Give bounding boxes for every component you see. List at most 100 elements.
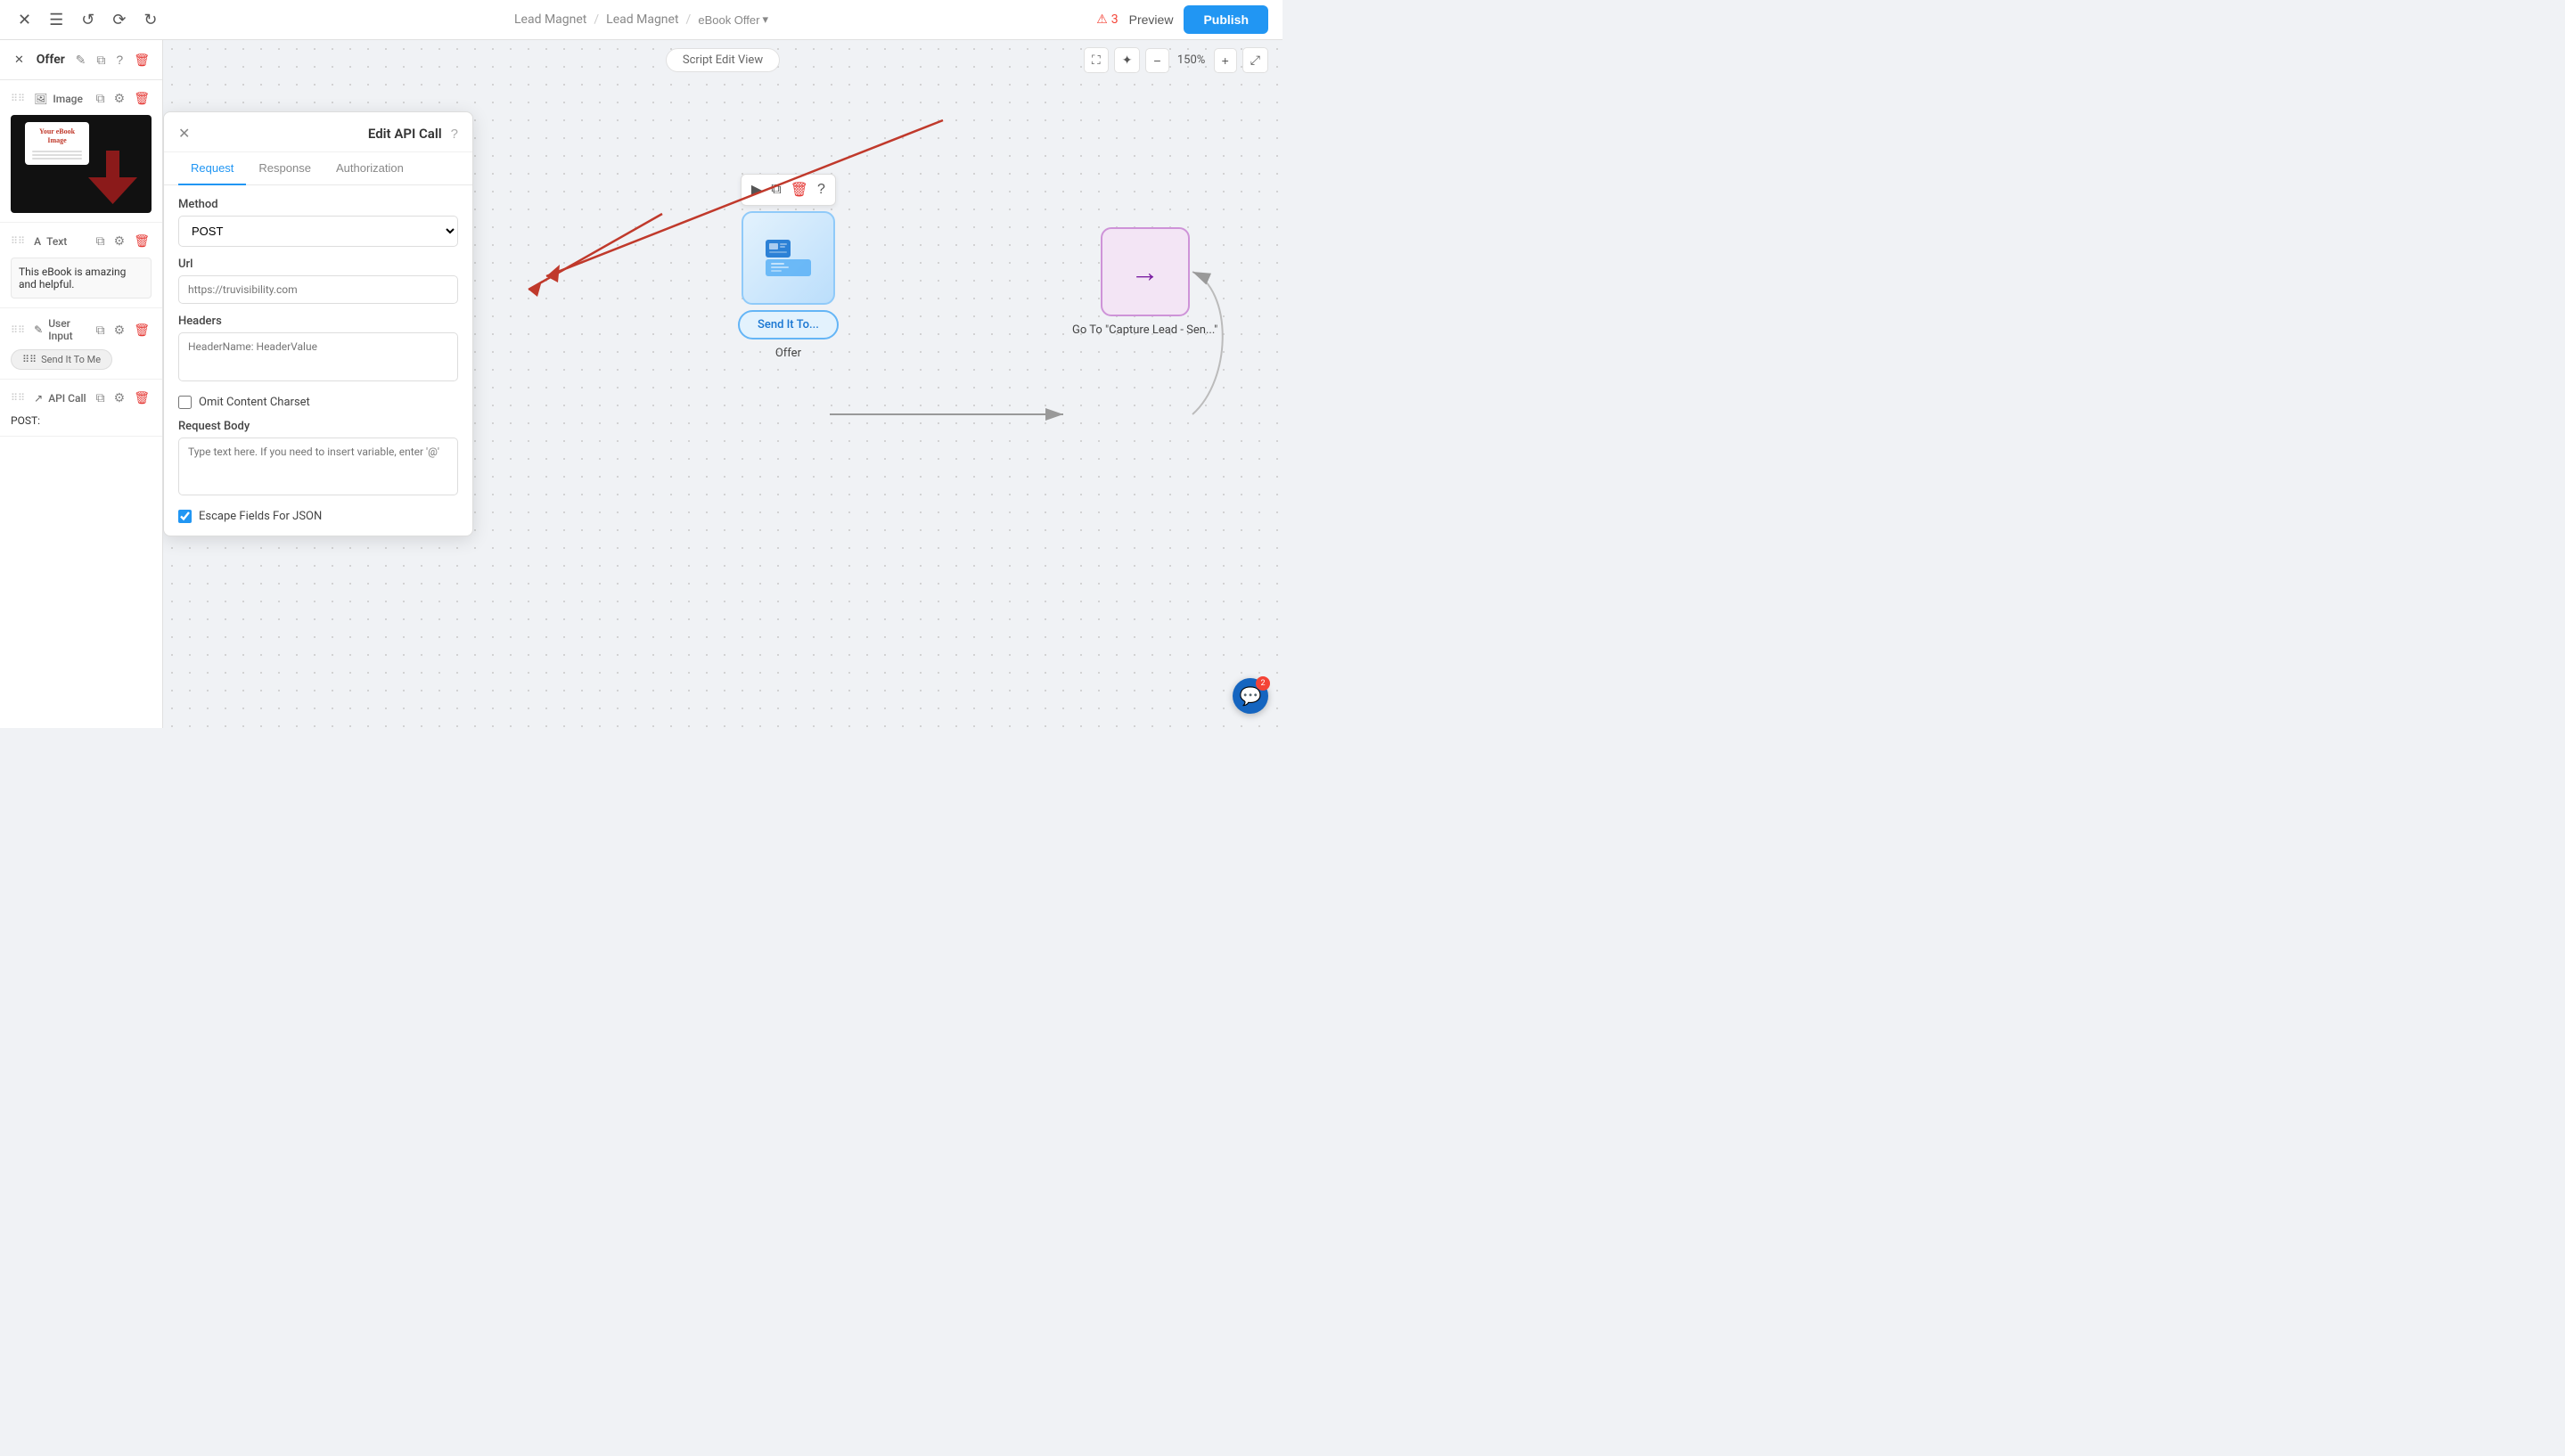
image-settings-button[interactable]: ⚙ [112, 89, 127, 108]
headers-input[interactable] [178, 332, 458, 381]
chat-bubble[interactable]: 💬 2 [1233, 678, 1268, 714]
breadcrumb-sep2: / [686, 12, 692, 27]
publish-button[interactable]: Publish [1184, 5, 1268, 34]
tab-request[interactable]: Request [178, 152, 246, 185]
omit-charset-label[interactable]: Omit Content Charset [199, 396, 310, 409]
sidebar-help-button[interactable]: ? [114, 51, 125, 70]
drag-handle-text: ⠿⠿ [11, 235, 25, 247]
dialog-tabs: Request Response Authorization [164, 152, 472, 185]
zoom-in-button[interactable]: + [1214, 48, 1237, 73]
send-it-label: Send It To Me [41, 354, 101, 365]
breadcrumb-part2: Lead Magnet [606, 12, 678, 27]
sidebar-section-user-input: ⠿⠿ ✎ User Input ⧉ ⚙ 🗑 ⠿⠿ Send It To Me [0, 308, 162, 380]
canvas: Script Edit View ⛶ ✦ − 150% + ⤢ [163, 40, 1282, 728]
image-delete-button[interactable]: 🗑 [132, 89, 152, 108]
send-it-node[interactable] [742, 211, 835, 305]
goto-node[interactable]: → [1101, 227, 1190, 316]
image-copy-button[interactable]: ⧉ [94, 89, 107, 108]
text-icon: A [34, 235, 41, 248]
user-input-settings-button[interactable]: ⚙ [112, 321, 127, 339]
fullscreen-button[interactable]: ⛶ [1084, 47, 1109, 73]
image-section-title: ⠿⠿ 🖼 Image [11, 93, 83, 105]
canvas-topbar: Script Edit View ⛶ ✦ − 150% + ⤢ [163, 40, 1282, 80]
sidebar-close-button[interactable]: ✕ [11, 49, 28, 70]
escape-json-checkbox[interactable] [178, 510, 192, 523]
chat-badge: 2 [1256, 676, 1270, 691]
drag-handle-api: ⠿⠿ [11, 392, 25, 404]
tab-response[interactable]: Response [246, 152, 324, 185]
canvas-label: Script Edit View [666, 48, 780, 72]
zoom-level: 150% [1175, 53, 1209, 67]
sidebar-copy-button[interactable]: ⧉ [94, 51, 107, 70]
undo-button[interactable]: ↺ [78, 7, 98, 33]
method-select[interactable]: POST GET PUT DELETE PATCH [178, 216, 458, 247]
send-toolbar-help[interactable]: ? [815, 179, 828, 200]
sidebar-section-api-call: ⠿⠿ ↗ API Call ⧉ ⚙ 🗑 POST: [0, 380, 162, 437]
api-call-icon: ↗ [34, 392, 43, 405]
escape-json-row: Escape Fields For JSON [178, 510, 458, 523]
text-section-header: ⠿⠿ A Text ⧉ ⚙ 🗑 [11, 232, 152, 250]
tab-authorization[interactable]: Authorization [324, 152, 416, 185]
text-delete-button[interactable]: 🗑 [132, 232, 152, 250]
image-section-header: ⠿⠿ 🖼 Image ⧉ ⚙ 🗑 [11, 89, 152, 108]
sidebar-header: ✕ Offer ✎ ⧉ ? 🗑 [0, 40, 162, 80]
api-settings-button[interactable]: ⚙ [112, 389, 127, 407]
user-input-actions: ⧉ ⚙ 🗑 [94, 321, 152, 339]
offer-label: Offer [775, 347, 801, 360]
drag-handle-image: ⠿⠿ [11, 93, 25, 104]
menu-button[interactable]: ☰ [45, 7, 67, 33]
dialog-close-button[interactable]: ✕ [178, 125, 190, 143]
send-node-inner [764, 238, 813, 278]
omit-charset-row: Omit Content Charset [178, 396, 458, 409]
alert-icon: ⚠ [1096, 12, 1108, 27]
breadcrumb-dropdown[interactable]: eBook Offer ▾ [698, 12, 768, 27]
headers-field: Headers [178, 315, 458, 385]
text-actions: ⧉ ⚙ 🗑 [94, 232, 152, 250]
redo-button[interactable]: ↻ [140, 7, 160, 33]
send-toolbar-delete[interactable]: 🗑 [788, 179, 811, 200]
text-copy-button[interactable]: ⧉ [94, 232, 107, 250]
zoom-out-button[interactable]: − [1145, 48, 1168, 73]
close-button[interactable]: ✕ [14, 7, 35, 33]
send-toolbar-copy[interactable]: ⧉ [768, 179, 783, 200]
sidebar-header-actions: ✎ ⧉ ? 🗑 [74, 51, 152, 70]
user-input-section-header: ⠿⠿ ✎ User Input ⧉ ⚙ 🗑 [11, 317, 152, 342]
sidebar-delete-button[interactable]: 🗑 [132, 51, 152, 70]
api-method-preview: POST: [11, 414, 152, 427]
url-input[interactable] [178, 275, 458, 304]
request-body-input[interactable] [178, 438, 458, 495]
breadcrumb: Lead Magnet / Lead Magnet / eBook Offer … [514, 12, 768, 27]
sidebar: ✕ Offer ✎ ⧉ ? 🗑 ⠿⠿ 🖼 Image ⧉ ⚙ 🗑 [0, 40, 163, 728]
arrow-down-icon [88, 151, 137, 208]
dialog-help-button[interactable]: ? [451, 127, 458, 142]
user-input-copy-button[interactable]: ⧉ [94, 321, 107, 339]
ebook-card: Your eBook Image [25, 122, 89, 165]
goto-arrow-icon: → [1131, 255, 1160, 289]
dialog-body: Method POST GET PUT DELETE PATCH Url Hea… [164, 185, 472, 536]
topbar-left: ✕ ☰ ↺ ⟳ ↻ [14, 7, 161, 33]
send-it-pill[interactable]: Send It To... [738, 310, 839, 339]
sidebar-section-text: ⠿⠿ A Text ⧉ ⚙ 🗑 This eBook is amazing an… [0, 223, 162, 308]
request-body-label: Request Body [178, 420, 458, 433]
sidebar-edit-button[interactable]: ✎ [74, 51, 88, 70]
preview-button[interactable]: Preview [1129, 12, 1174, 27]
topbar: ✕ ☰ ↺ ⟳ ↻ Lead Magnet / Lead Magnet / eB… [0, 0, 1282, 40]
user-input-delete-button[interactable]: 🗑 [132, 321, 152, 339]
main-layout: ✕ Offer ✎ ⧉ ? 🗑 ⠿⠿ 🖼 Image ⧉ ⚙ 🗑 [0, 40, 1282, 728]
api-delete-button[interactable]: 🗑 [132, 389, 152, 407]
user-input-section-title: ⠿⠿ ✎ User Input [11, 317, 94, 342]
image-preview: Your eBook Image [11, 115, 152, 213]
omit-charset-checkbox[interactable] [178, 396, 192, 409]
send-node-toolbar: ▶ ⧉ 🗑 ? [741, 174, 836, 206]
dropdown-icon: ▾ [762, 12, 768, 27]
edit-api-call-dialog: ✕ Edit API Call ? Request Response Autho… [163, 111, 473, 536]
escape-json-label[interactable]: Escape Fields For JSON [199, 510, 322, 523]
text-settings-button[interactable]: ⚙ [112, 232, 127, 250]
fit-button[interactable]: ⤢ [1242, 47, 1268, 73]
request-body-field: Request Body [178, 420, 458, 499]
breadcrumb-sep1: / [594, 12, 599, 27]
send-toolbar-play[interactable]: ▶ [749, 179, 765, 200]
redo-history-button[interactable]: ⟳ [109, 7, 129, 33]
magic-button[interactable]: ✦ [1114, 47, 1141, 73]
api-copy-button[interactable]: ⧉ [94, 389, 107, 407]
